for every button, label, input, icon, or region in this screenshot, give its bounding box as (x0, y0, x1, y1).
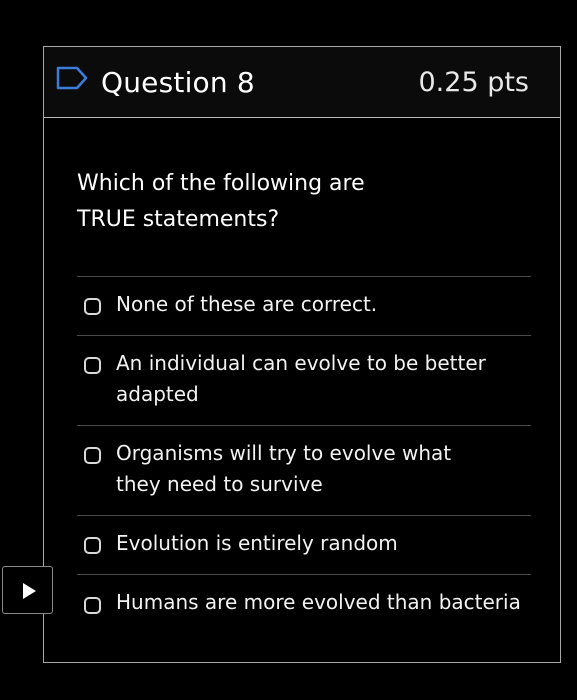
question-card: Question 8 0.25 pts Which of the followi… (43, 46, 561, 663)
answer-label: Organisms will try to evolve what they n… (116, 441, 452, 496)
answer-label: An individual can evolve to be better ad… (116, 351, 486, 406)
quiz-page: Question 8 0.25 pts Which of the followi… (0, 0, 577, 700)
answer-option[interactable]: An individual can evolve to be better ad… (77, 336, 531, 426)
answer-option[interactable]: None of these are correct. (77, 277, 531, 336)
question-title: Question 8 (101, 66, 255, 99)
answer-option[interactable]: Organisms will try to evolve what they n… (77, 426, 531, 516)
answer-option[interactable]: Humans are more evolved than bacteria (77, 575, 531, 634)
question-text: Which of the following are TRUE statemen… (77, 171, 365, 232)
flag-icon[interactable] (55, 66, 89, 90)
answer-checkbox[interactable] (84, 597, 101, 614)
play-button[interactable] (2, 566, 53, 614)
answer-checkbox[interactable] (84, 298, 101, 315)
answer-option[interactable]: Evolution is entirely random (77, 516, 531, 575)
answer-list: None of these are correct. An individual… (77, 276, 531, 634)
question-header: Question 8 0.25 pts (44, 47, 560, 118)
answer-label: None of these are correct. (116, 292, 378, 316)
answer-label: Evolution is entirely random (116, 531, 398, 555)
answer-checkbox[interactable] (84, 537, 101, 554)
answer-label: Humans are more evolved than bacteria (116, 590, 521, 614)
question-points: 0.25 pts (418, 67, 530, 98)
answer-checkbox[interactable] (84, 447, 101, 464)
play-icon (23, 583, 36, 599)
answer-checkbox[interactable] (84, 357, 101, 374)
